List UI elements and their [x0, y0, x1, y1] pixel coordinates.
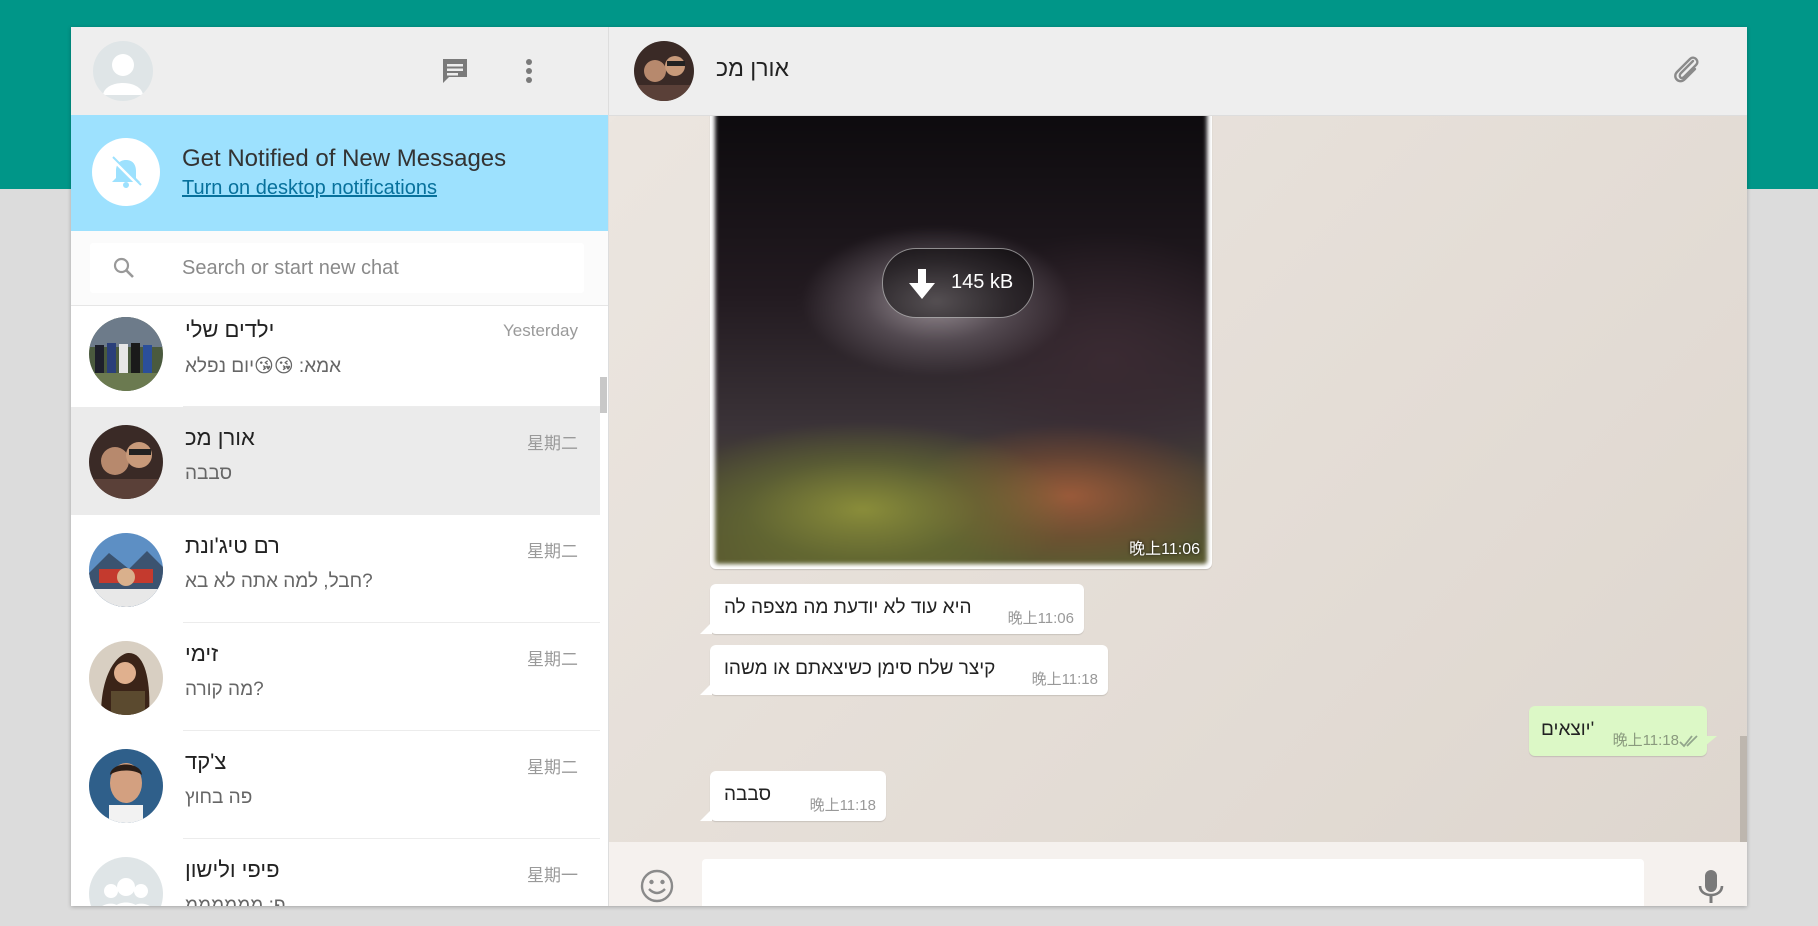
- microphone-icon[interactable]: [1696, 868, 1726, 906]
- message-area: 145 kB 晚上11:06 היא עוד לא יודעת מה מצפה …: [609, 116, 1747, 842]
- avatar: [89, 317, 163, 391]
- chat-name: רם טיג'ונת: [185, 533, 280, 558]
- search-bar: [71, 231, 608, 306]
- contact-avatar[interactable]: [634, 41, 694, 101]
- download-button[interactable]: 145 kB: [882, 248, 1034, 318]
- chat-icon[interactable]: [437, 53, 473, 89]
- group-icon: [89, 857, 163, 906]
- left-header: [71, 27, 608, 115]
- chat-preview: פה בחוץ: [185, 787, 253, 808]
- chat-name: זימי: [185, 641, 219, 666]
- avatar: [89, 641, 163, 715]
- contact-name: אורן מכ: [716, 55, 789, 81]
- chat-list: ילדים שלי Yesterday אמא: 😘😘יום נפלא אורן…: [71, 306, 600, 906]
- chat-preview: סבבה: [185, 463, 233, 484]
- whatsapp-web-window: Get Notified of New Messages Turn on des…: [71, 27, 1747, 906]
- bubble-tail: [1705, 736, 1717, 746]
- blurred-image-preview: [715, 116, 1207, 564]
- chat-time: 星期二: [527, 650, 578, 669]
- chat-item-oren-mach[interactable]: אורן מכ 星期二 סבבה: [71, 407, 600, 515]
- chat-preview: חבל, למה אתה לא בא?: [185, 571, 373, 592]
- kiss-emoji-icon: 😘😘: [254, 356, 294, 377]
- chat-item-ram[interactable]: רם טיג'ונת 星期二 חבל, למה אתה לא בא?: [71, 515, 600, 623]
- compose-bar: [609, 842, 1747, 906]
- download-arrow-icon: [909, 269, 935, 299]
- chat-name: אורן מכ: [185, 425, 255, 450]
- search-input[interactable]: [180, 251, 574, 285]
- bubble-tail: [700, 622, 712, 634]
- message-time: 晚上11:06: [1007, 610, 1074, 627]
- conversation-header: אורן מכ: [609, 27, 1747, 116]
- chat-name: ילדים שלי: [185, 317, 275, 342]
- message-in: סבבה 晚上11:18: [700, 771, 886, 821]
- chat-item-pipi-velishon[interactable]: פיפי ולישון 星期一 פ: ממממממ: [71, 839, 600, 906]
- emoji-icon[interactable]: [639, 868, 675, 904]
- chat-item-zimi[interactable]: זימי 星期二 מה קורה?: [71, 623, 600, 731]
- bubble-tail: [700, 683, 712, 695]
- chat-time: 星期二: [527, 758, 578, 777]
- image-message[interactable]: 145 kB 晚上11:06: [710, 116, 1212, 569]
- chat-time: 星期二: [527, 542, 578, 561]
- message-time: 晚上11:18: [1612, 732, 1679, 749]
- chat-preview-text: יום נפלא: [185, 356, 255, 377]
- notification-banner: Get Notified of New Messages Turn on des…: [71, 115, 608, 231]
- chat-time: 星期二: [527, 434, 578, 453]
- message-text: היא עוד לא יודעת מה מצפה לה: [724, 597, 972, 618]
- message-text: קיצר שלח סימן כשיצאתם או משהו: [724, 658, 996, 679]
- menu-dots-icon[interactable]: [511, 53, 547, 89]
- message-text: סבבה: [724, 784, 772, 805]
- search-box: [90, 243, 584, 293]
- default-avatar-icon[interactable]: [93, 41, 153, 101]
- chat-list-pane: Get Notified of New Messages Turn on des…: [71, 27, 609, 906]
- double-check-icon: [1679, 735, 1698, 748]
- bubble-tail: [700, 809, 712, 821]
- chat-preview: אמא: 😘😘יום נפלא: [185, 355, 341, 378]
- message-in: היא עוד לא יודעת מה מצפה לה 晚上11:06: [700, 584, 1084, 634]
- message-scrollbar[interactable]: [1740, 736, 1747, 842]
- chat-preview: פ: ממממממ: [185, 895, 286, 906]
- message-time: 晚上11:18: [1031, 671, 1098, 688]
- avatar: [89, 425, 163, 499]
- message-in: קיצר שלח סימן כשיצאתם או משהו 晚上11:18: [700, 645, 1108, 695]
- chat-time: 星期一: [527, 866, 578, 885]
- bell-off-icon: [92, 138, 160, 206]
- enable-notifications-link[interactable]: Turn on desktop notifications: [182, 177, 437, 200]
- conversation-pane: אורן מכ 145 kB 晚上11:06 היא עוד לא יודעת …: [609, 27, 1747, 906]
- message-input[interactable]: [702, 859, 1644, 906]
- message-text: יוצאים': [1541, 719, 1595, 740]
- chat-item-tzaked[interactable]: צ'קד 星期二 פה בחוץ: [71, 731, 600, 839]
- chat-preview-sender: אמא:: [293, 356, 342, 377]
- message-time: 晚上11:06: [1129, 541, 1200, 558]
- chat-name: פיפי ולישון: [185, 857, 280, 882]
- avatar: [89, 749, 163, 823]
- menu-dots-icon[interactable]: [1744, 53, 1747, 89]
- notification-title: Get Notified of New Messages: [182, 145, 507, 172]
- paperclip-icon[interactable]: [1669, 53, 1705, 89]
- chat-name: צ'קד: [185, 749, 227, 774]
- chat-time: Yesterday: [503, 321, 578, 340]
- message-out: יוצאים' 晚上11:18: [1529, 706, 1717, 756]
- file-size: 145 kB: [951, 271, 1014, 293]
- avatar: [89, 533, 163, 607]
- chat-item-yeladim-sheli[interactable]: ילדים שלי Yesterday אמא: 😘😘יום נפלא: [71, 306, 600, 407]
- chat-list-scrollbar[interactable]: [600, 377, 607, 413]
- chat-preview: מה קורה?: [185, 679, 264, 700]
- message-time: 晚上11:18: [809, 797, 876, 814]
- search-icon[interactable]: [112, 256, 136, 280]
